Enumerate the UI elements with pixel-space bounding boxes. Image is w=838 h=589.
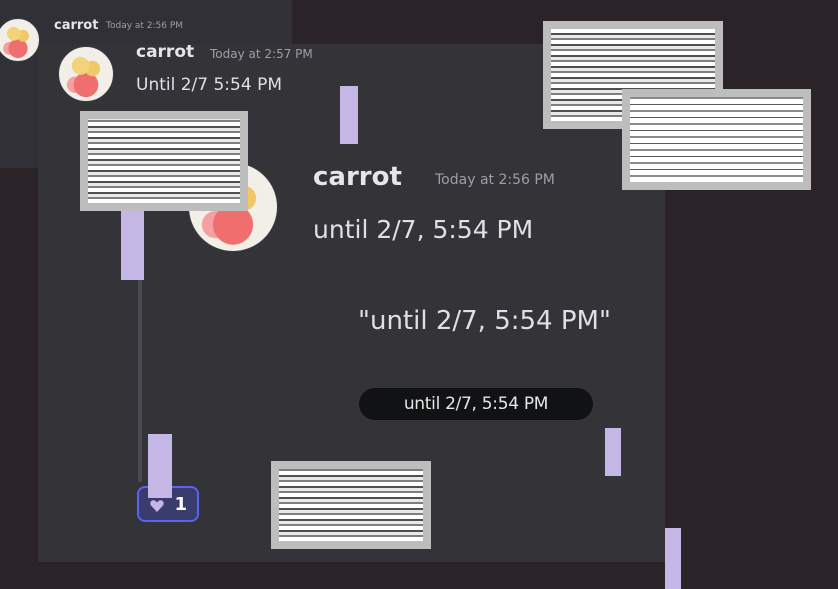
message-timestamp: Today at 2:56 PM [435,172,555,188]
background-left-panel [0,44,38,168]
decorative-stripe [665,528,681,589]
quoted-text: "until 2/7, 5:54 PM" [358,306,611,336]
author-name[interactable]: carrot [313,162,402,192]
decorative-stripe [605,428,621,476]
message-text: until 2/7, 5:54 PM [313,215,534,244]
redacted-image [271,461,431,549]
redacted-image [622,89,811,190]
message-text: Until 2/7 5:54 PM [136,75,282,95]
message-timestamp: Today at 2:57 PM [210,47,313,61]
redacted-image [80,111,248,211]
reaction-count: 1 [174,493,187,515]
decorative-stripe [148,434,172,498]
timestamp-pill[interactable]: until 2/7, 5:54 PM [359,388,593,420]
avatar[interactable] [58,46,114,102]
author-name[interactable]: carrot [136,42,194,62]
heart-icon [150,500,164,512]
author-name[interactable]: carrot [54,18,98,33]
decorative-stripe [121,208,144,280]
message-timestamp: Today at 2:56 PM [106,21,184,31]
decorative-stripe [340,86,358,144]
